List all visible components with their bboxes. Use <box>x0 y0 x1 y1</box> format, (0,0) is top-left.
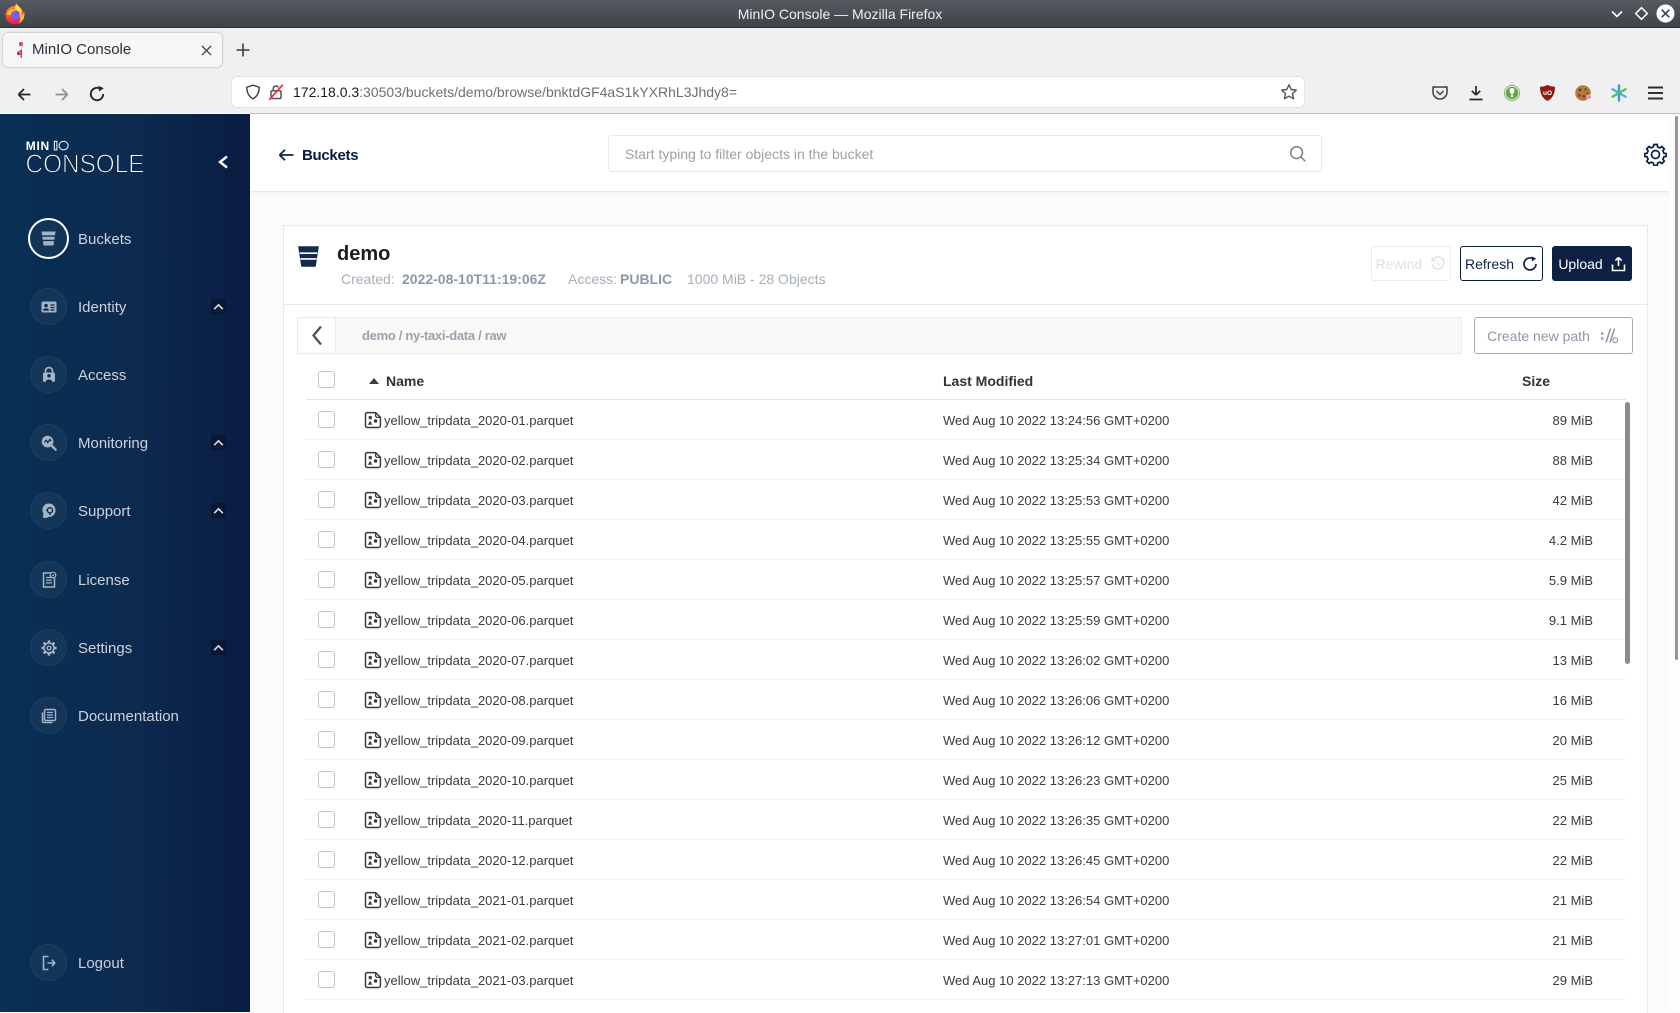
svg-text:CONSOLE: CONSOLE <box>26 149 145 177</box>
svg-text:uO: uO <box>1543 90 1552 97</box>
